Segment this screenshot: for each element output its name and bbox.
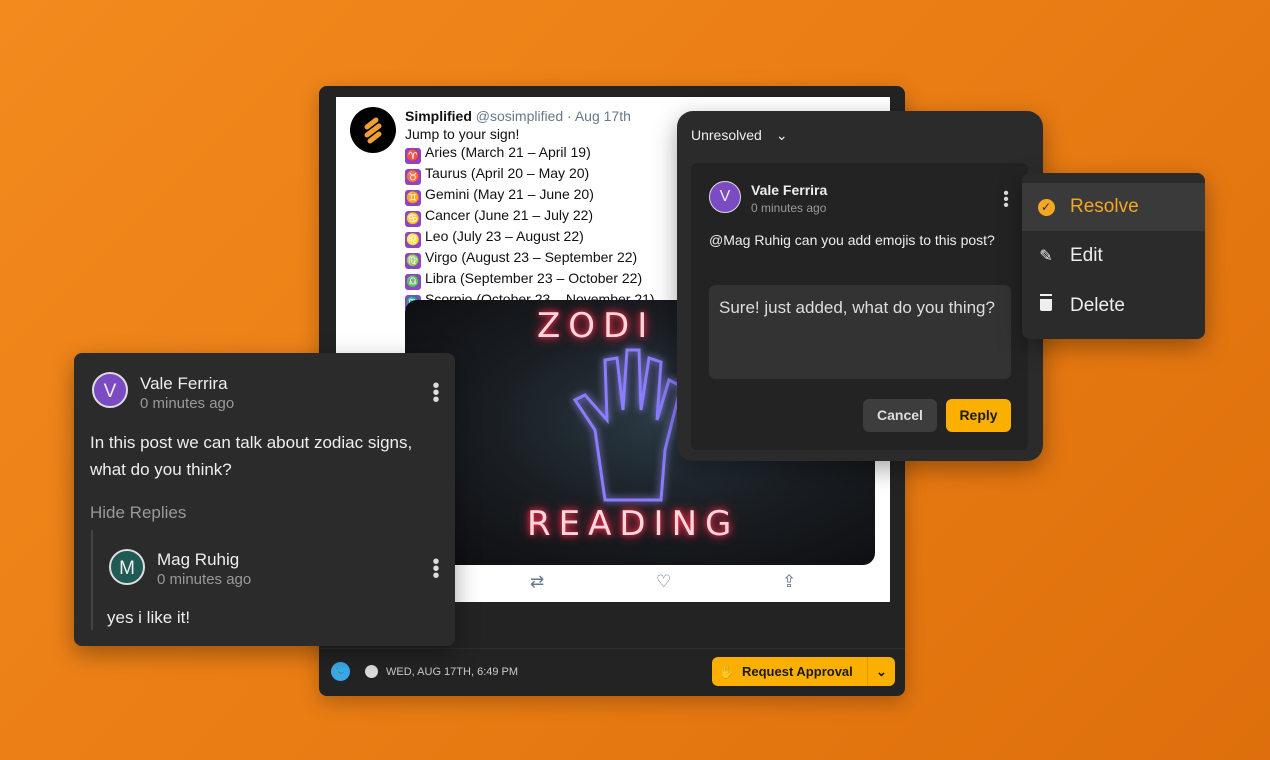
- request-approval-button[interactable]: ✋ Request Approval ⌄: [712, 657, 895, 686]
- cancel-button[interactable]: Cancel: [863, 399, 937, 432]
- zodiac-sign-line: ♊ Gemini (May 21 – June 20): [405, 185, 655, 207]
- status-filter-dropdown[interactable]: Unresolved ⌄: [691, 127, 788, 144]
- reply-body: yes i like it!: [107, 608, 191, 627]
- retweet-icon[interactable]: ⇄: [530, 572, 544, 592]
- menu-item-label: Delete: [1070, 295, 1125, 316]
- zodiac-symbol-icon: ♈: [405, 148, 421, 165]
- reply-avatar: M: [109, 549, 145, 585]
- comment-body: @Mag Ruhig can you add emojis to this po…: [709, 232, 995, 248]
- zodiac-symbol-icon: ♍: [405, 253, 421, 270]
- menu-item-delete[interactable]: Delete: [1022, 282, 1205, 330]
- comment-time: 0 minutes ago: [140, 395, 235, 412]
- zodiac-sign-text: Libra (September 23 – October 22): [425, 270, 643, 287]
- zodiac-sign-text: Virgo (August 23 – September 22): [425, 249, 638, 266]
- menu-item-resolve[interactable]: ✓ Resolve: [1022, 183, 1205, 231]
- zodiac-symbol-icon: ♊: [405, 190, 421, 207]
- menu-item-label: Resolve: [1070, 196, 1139, 217]
- comment-time: 0 minutes ago: [751, 201, 827, 215]
- comment-options-menu: ✓ Resolve ✎ Edit Delete: [1022, 173, 1205, 339]
- chevron-down-icon[interactable]: ⌄: [867, 657, 895, 686]
- reply-button[interactable]: Reply: [946, 399, 1011, 432]
- zodiac-sign-line: ♌ Leo (July 23 – August 22): [405, 227, 655, 249]
- tweet-date: · Aug 17th: [567, 108, 631, 124]
- comment-item: V Vale Ferrira 0 minutes ago • • • @Mag Ru…: [691, 163, 1028, 450]
- zodiac-sign-text: Aries (March 21 – April 19): [425, 144, 591, 161]
- tweet-handle: @sosimplified: [475, 108, 564, 124]
- zodiac-symbol-icon: ♉: [405, 169, 421, 186]
- zodiac-symbol-icon: ♋: [405, 211, 421, 228]
- zodiac-sign-text: Taurus (April 20 – May 20): [425, 165, 590, 182]
- scheduled-datetime: WED, AUG 17TH, 6:49 PM: [386, 666, 519, 678]
- clock-icon: [365, 665, 378, 678]
- share-icon[interactable]: ⇪: [782, 572, 796, 592]
- zodiac-symbol-icon: ♎: [405, 274, 421, 291]
- zodiac-sign-line: ♍ Virgo (August 23 – September 22): [405, 248, 655, 270]
- pencil-icon: ✎: [1039, 248, 1053, 265]
- simplified-avatar: [350, 107, 396, 153]
- more-options-icon[interactable]: • • •: [1002, 186, 1010, 214]
- request-approval-label: Request Approval: [742, 664, 853, 679]
- zodiac-symbol-icon: ♌: [405, 232, 421, 249]
- more-options-icon[interactable]: • • •: [432, 376, 440, 410]
- comment-author: Vale Ferrira: [751, 182, 828, 198]
- tweet-author: Simplified: [405, 108, 472, 124]
- status-filter-label: Unresolved: [691, 127, 762, 143]
- zodiac-sign-text: Cancer (June 21 – July 22): [425, 207, 594, 224]
- check-circle-icon: ✓: [1022, 198, 1070, 216]
- zodiac-sign-line: ♈ Aries (March 21 – April 19): [405, 143, 655, 165]
- like-icon[interactable]: ♡: [656, 572, 671, 592]
- comment-author: Vale Ferrira: [140, 374, 228, 393]
- hand-icon: ✋: [718, 663, 736, 679]
- reply-time: 0 minutes ago: [157, 571, 252, 588]
- chevron-down-icon: ⌄: [775, 127, 788, 143]
- avatar: V: [92, 372, 128, 408]
- reply-author: Mag Ruhig: [157, 550, 240, 569]
- comment-card: V Vale Ferrira 0 minutes ago • • • In this…: [74, 353, 455, 646]
- comment-body: In this post we can talk about zodiac si…: [90, 433, 413, 479]
- reply-input[interactable]: Sure! just added, what do you thing?: [709, 285, 1011, 379]
- tweet-intro: Jump to your sign!: [405, 126, 520, 143]
- zodiac-sign-line: ♉ Taurus (April 20 – May 20): [405, 164, 655, 186]
- reply-thread-line: [91, 530, 93, 630]
- menu-item-label: Edit: [1070, 245, 1103, 266]
- tweet-text: Simplified @sosimplified · Aug 17th Jump…: [405, 107, 655, 312]
- zodiac-sign-line: ♋ Cancer (June 21 – July 22): [405, 206, 655, 228]
- zodiac-sign-text: Gemini (May 21 – June 20): [425, 186, 594, 203]
- menu-item-edit[interactable]: ✎ Edit: [1022, 232, 1205, 280]
- reply-more-options-icon[interactable]: • • •: [432, 552, 440, 586]
- zodiac-sign-line: ♎ Libra (September 23 – October 22): [405, 269, 655, 291]
- trash-icon: [1022, 296, 1070, 316]
- twitter-icon: 🐦: [331, 662, 350, 681]
- image-neon-bottom: READING: [527, 504, 740, 544]
- avatar: V: [709, 181, 741, 213]
- hide-replies-link[interactable]: Hide Replies: [90, 503, 186, 523]
- zodiac-sign-text: Leo (July 23 – August 22): [425, 228, 584, 245]
- comment-thread-panel: Unresolved ⌄ V Vale Ferrira 0 minutes ago…: [677, 111, 1043, 461]
